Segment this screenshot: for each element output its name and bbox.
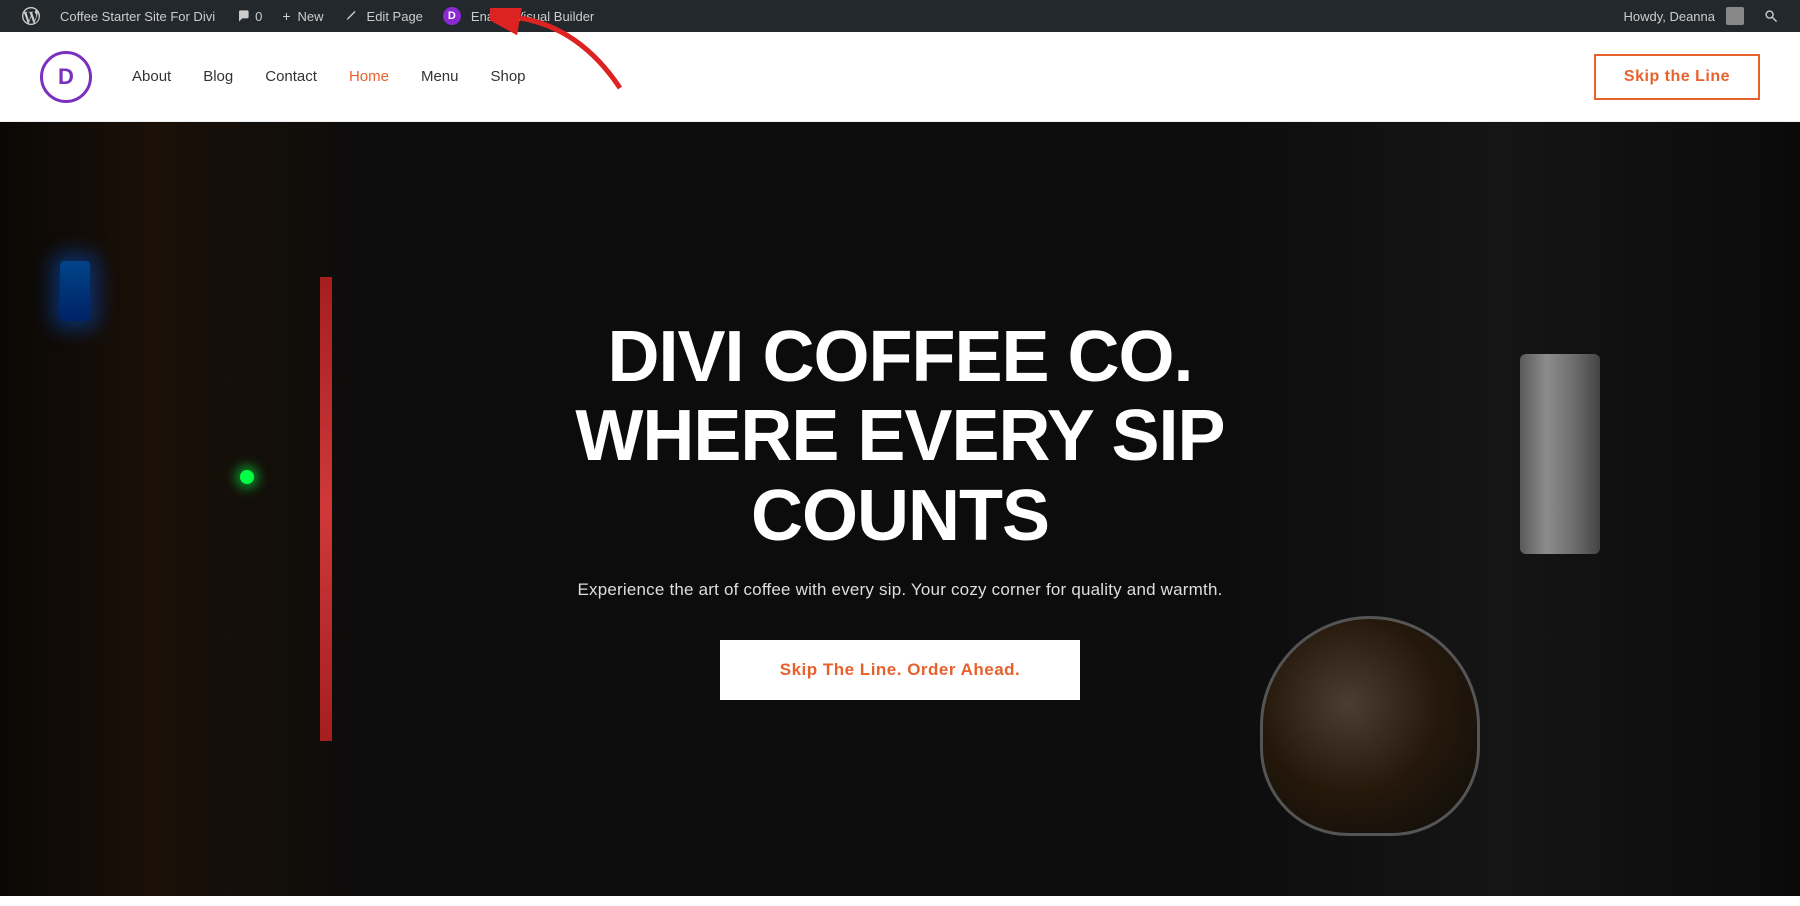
site-logo[interactable]: D (40, 51, 92, 103)
nav-home[interactable]: Home (349, 68, 389, 85)
new-button[interactable]: + New (272, 0, 333, 32)
enable-visual-builder-label: Enable Visual Builder (471, 9, 594, 24)
enable-visual-builder-button[interactable]: D Enable Visual Builder (433, 0, 604, 32)
user-avatar (1726, 7, 1744, 25)
hero-cta-button[interactable]: Skip The Line. Order Ahead. (720, 640, 1081, 700)
admin-bar-right: Howdy, Deanna (1613, 0, 1788, 32)
comments-icon (235, 8, 251, 24)
nav-about[interactable]: About (132, 68, 171, 85)
divi-icon: D (443, 7, 461, 25)
new-plus-icon: + (282, 8, 290, 24)
hero-subtitle: Experience the art of coffee with every … (490, 580, 1310, 600)
nav-blog[interactable]: Blog (203, 68, 233, 85)
red-bar-detail (320, 277, 332, 741)
blue-light-detail (60, 261, 90, 321)
site-header: D About Blog Contact Home Menu Shop Skip… (0, 32, 1800, 122)
chrome-part-detail (1520, 354, 1600, 554)
hero-title: DIVI COFFEE CO. WHERE EVERY SIP COUNTS (490, 318, 1310, 556)
logo-circle: D (40, 51, 92, 103)
wp-logo-button[interactable] (12, 0, 50, 32)
search-icon (1764, 9, 1778, 23)
edit-page-button[interactable]: Edit Page (334, 0, 433, 32)
site-title-text: Coffee Starter Site For Divi (60, 9, 215, 24)
comments-count: 0 (255, 9, 262, 24)
edit-page-label: Edit Page (367, 9, 423, 24)
nav-contact[interactable]: Contact (265, 68, 317, 85)
search-button[interactable] (1754, 0, 1788, 32)
admin-bar-wrapper: Coffee Starter Site For Divi 0 + New Edi… (0, 0, 1800, 32)
site-nav: About Blog Contact Home Menu Shop (132, 68, 526, 85)
header-cta-button[interactable]: Skip the Line (1594, 54, 1760, 100)
howdy-label: Howdy, Deanna (1623, 9, 1715, 24)
pencil-icon (344, 9, 358, 23)
howdy-button[interactable]: Howdy, Deanna (1613, 0, 1754, 32)
site-title-button[interactable]: Coffee Starter Site For Divi (50, 0, 225, 32)
comments-button[interactable]: 0 (225, 0, 272, 32)
wordpress-icon (22, 7, 40, 25)
hero-section: DIVI COFFEE CO. WHERE EVERY SIP COUNTS E… (0, 122, 1800, 896)
nav-shop[interactable]: Shop (490, 68, 525, 85)
new-label: New (298, 9, 324, 24)
wp-admin-bar: Coffee Starter Site For Divi 0 + New Edi… (0, 0, 1800, 32)
nav-menu[interactable]: Menu (421, 68, 459, 85)
logo-letter: D (58, 64, 74, 90)
hero-content: DIVI COFFEE CO. WHERE EVERY SIP COUNTS E… (450, 318, 1350, 700)
